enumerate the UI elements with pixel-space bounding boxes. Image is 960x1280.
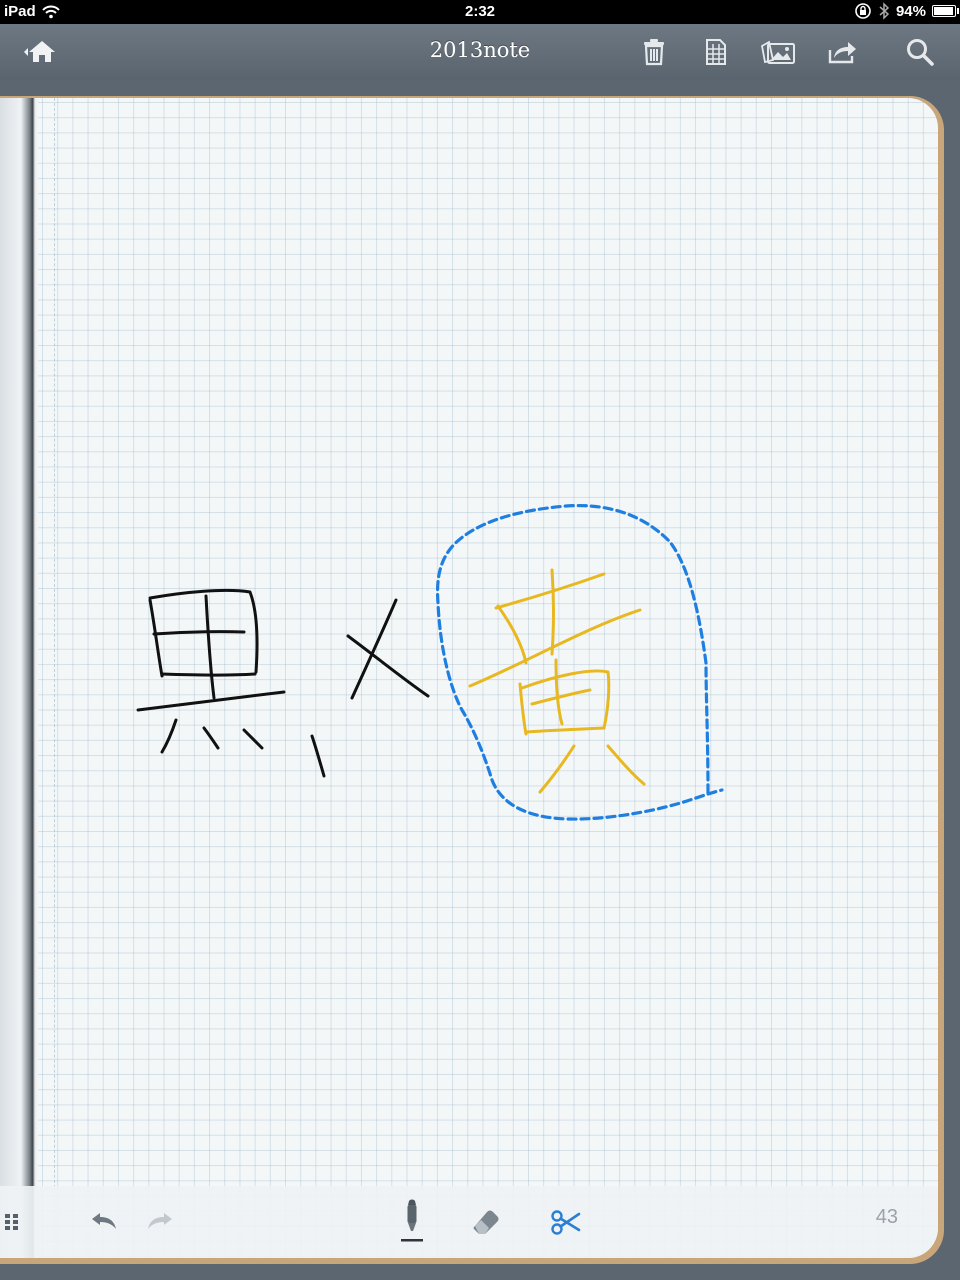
ink-stroke <box>524 726 606 734</box>
ink-stroke <box>160 672 257 677</box>
ink-stroke <box>518 682 528 736</box>
ink-stroke <box>496 604 528 665</box>
rotation-lock-icon <box>855 3 871 19</box>
undo-icon <box>92 1213 116 1229</box>
lasso-selection[interactable] <box>435 503 724 821</box>
yellow-ink-strokes <box>468 568 646 794</box>
ink-stroke <box>606 744 646 786</box>
insert-photo-button[interactable] <box>758 34 798 70</box>
battery-icon <box>932 5 959 17</box>
nav-bar: 2013note <box>0 24 960 80</box>
redo-icon <box>148 1213 172 1229</box>
trash-icon <box>644 39 664 66</box>
scissors-icon <box>551 1210 581 1235</box>
bluetooth-icon <box>879 2 890 20</box>
share-icon <box>828 42 856 64</box>
eraser-icon <box>473 1210 499 1234</box>
ink-stroke <box>554 658 564 726</box>
page-style-button[interactable] <box>696 34 736 70</box>
share-button[interactable] <box>822 34 862 70</box>
ink-stroke <box>148 598 164 678</box>
page-grid-icon <box>706 39 726 65</box>
bottom-toolbar: 43 <box>0 1186 938 1258</box>
ink-stroke <box>202 726 220 750</box>
status-time: 2:32 <box>464 3 496 20</box>
black-ink-strokes <box>136 588 430 778</box>
note-page[interactable]: 43 <box>0 98 938 1258</box>
ink-stroke <box>160 718 178 754</box>
ink-stroke <box>152 630 246 636</box>
battery-percent: 94% <box>895 2 926 20</box>
scissors-tool-button[interactable] <box>544 1200 588 1244</box>
grid-menu-icon <box>5 1214 18 1230</box>
search-icon <box>907 39 934 66</box>
pen-icon <box>401 1199 423 1242</box>
status-bar: iPad 2:32 94% <box>0 0 960 24</box>
ink-stroke <box>242 728 264 750</box>
notebook-title: 2013note <box>429 38 531 62</box>
notebook: 43 <box>0 96 944 1264</box>
pen-tool-button[interactable] <box>390 1196 434 1246</box>
eraser-tool-button[interactable] <box>464 1200 508 1244</box>
photos-icon <box>760 40 795 64</box>
ink-stroke <box>550 568 555 656</box>
ink-stroke <box>136 690 286 712</box>
redo-button[interactable] <box>138 1200 182 1244</box>
page-number: 43 <box>875 1206 898 1228</box>
handwriting-canvas[interactable] <box>0 98 938 1258</box>
search-button[interactable] <box>900 34 940 70</box>
ink-stroke <box>530 688 592 706</box>
page-list-button[interactable] <box>0 1200 34 1244</box>
ink-stroke <box>204 594 216 700</box>
delete-button[interactable] <box>634 34 674 70</box>
ink-stroke <box>346 634 430 698</box>
ink-stroke <box>494 572 606 610</box>
undo-button[interactable] <box>82 1200 126 1244</box>
ink-stroke <box>350 598 398 700</box>
ink-stroke <box>310 734 326 778</box>
ink-stroke <box>538 744 576 794</box>
ink-stroke <box>520 669 611 730</box>
